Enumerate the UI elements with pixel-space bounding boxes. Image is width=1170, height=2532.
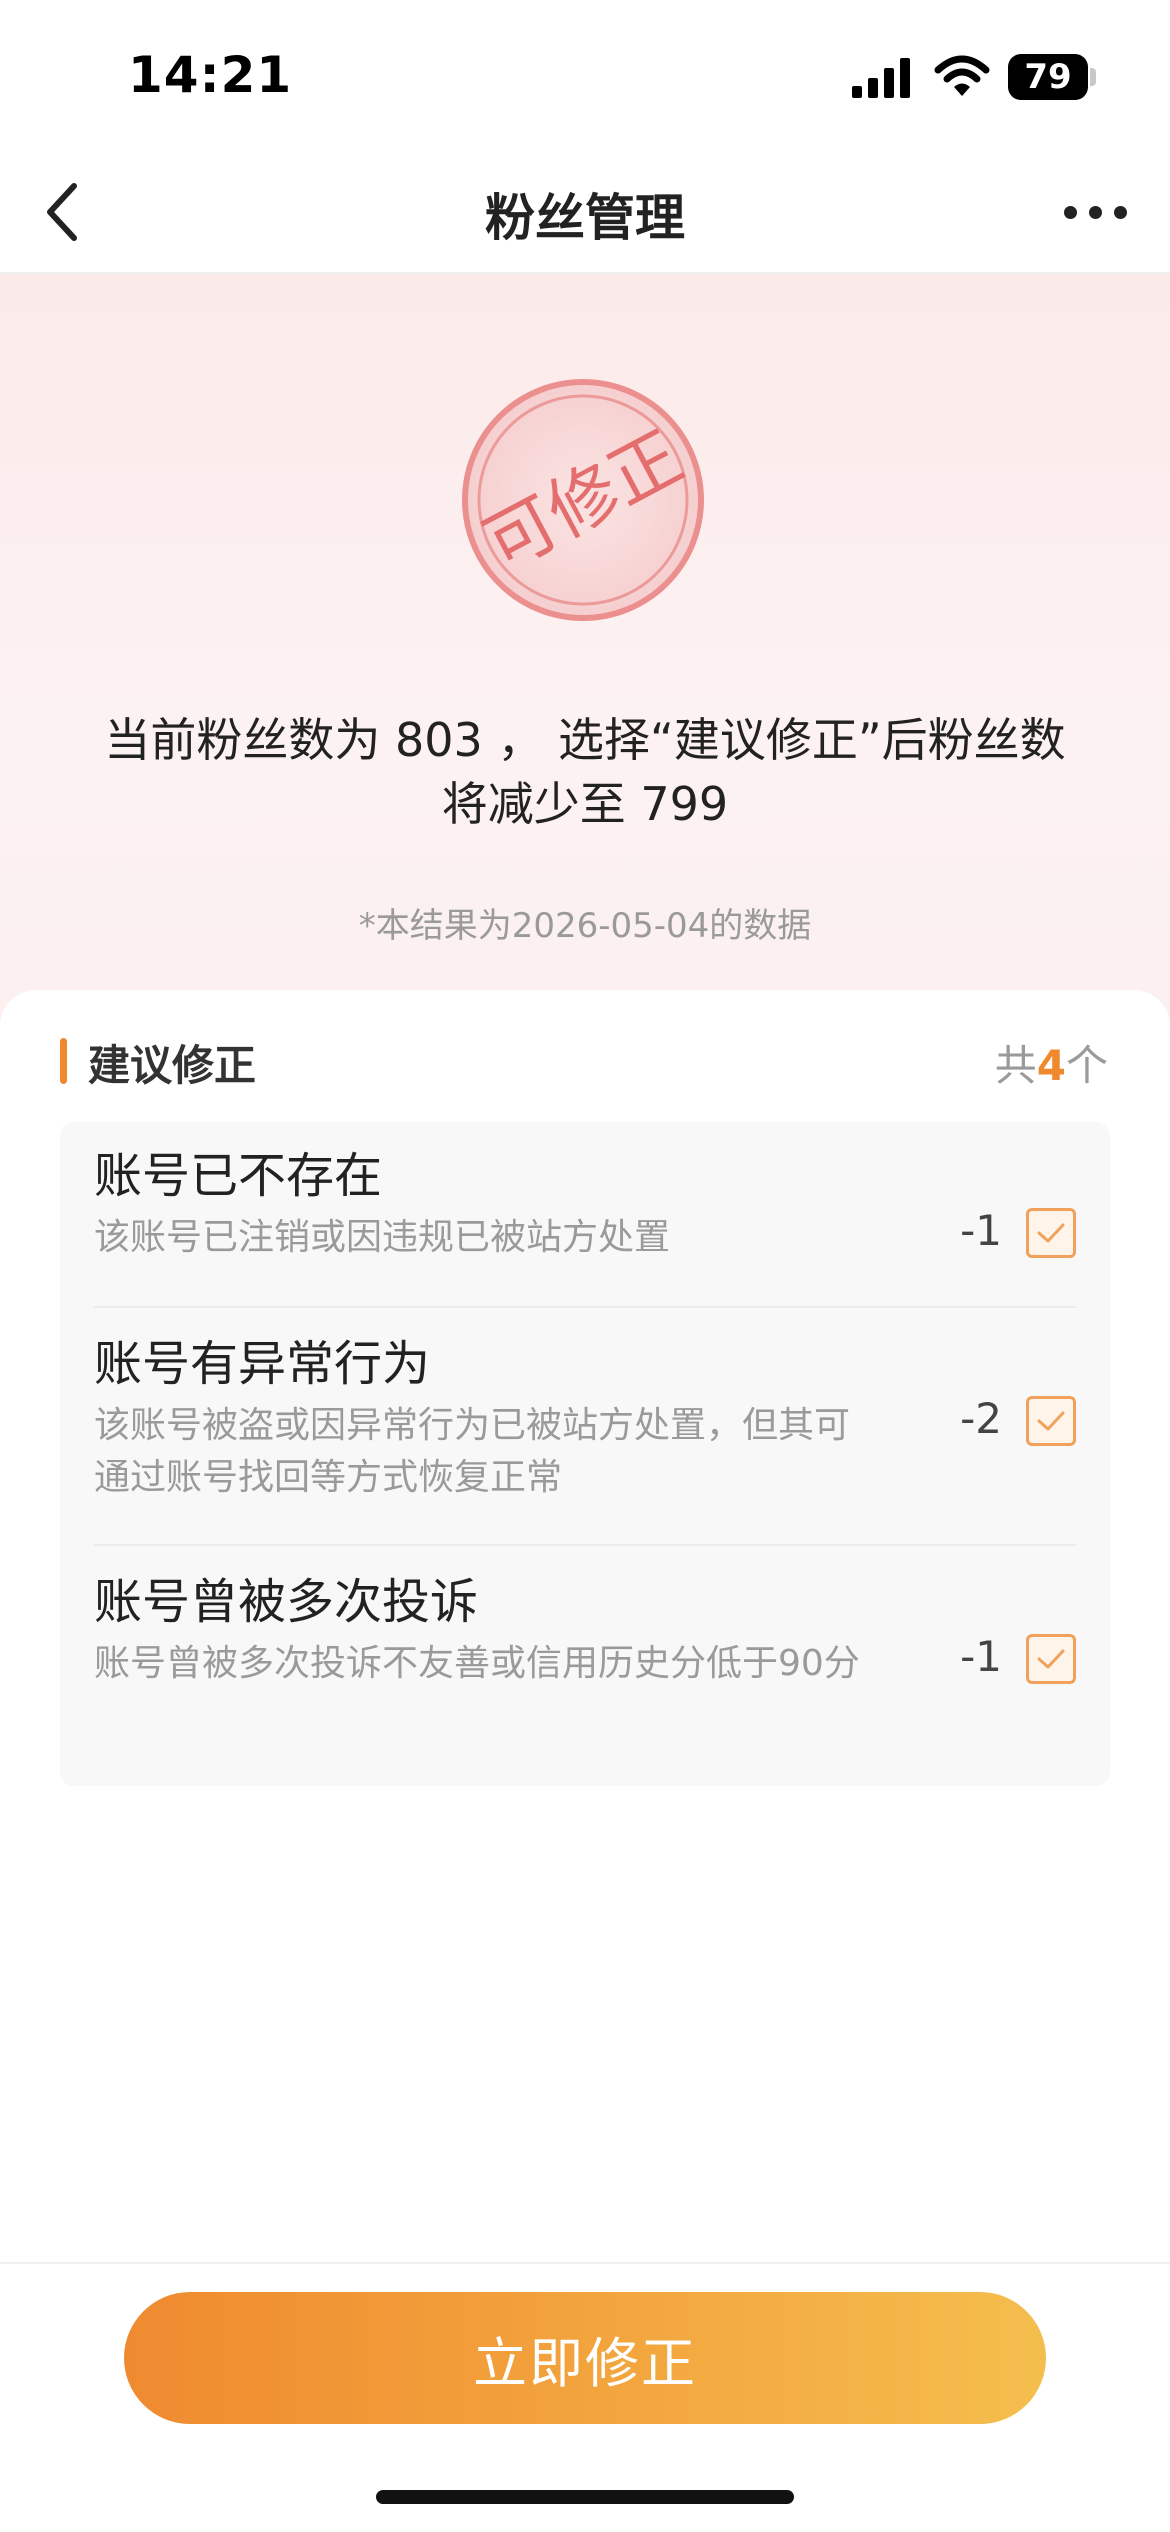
- count-prefix: 共: [994, 1041, 1037, 1090]
- count-suffix: 个: [1065, 1041, 1108, 1090]
- item-checkbox[interactable]: [1026, 1634, 1076, 1684]
- item-value: -1: [960, 1206, 1002, 1255]
- battery-cap: [1090, 68, 1096, 86]
- count-value: 4: [1036, 1041, 1066, 1090]
- page-title: 粉丝管理: [485, 189, 685, 247]
- item-description: 账号曾被多次投诉不友善或信用历史分低于90分: [94, 1643, 860, 1684]
- item-value: -1: [960, 1632, 1002, 1681]
- item-value: -2: [960, 1394, 1002, 1443]
- more-options-button[interactable]: [1050, 172, 1140, 252]
- navigation-bar: 粉丝管理: [0, 150, 1170, 274]
- suggestion-list: 账号已不存在 该账号已注销或因违规已被站方处置 -1 账号有异常行为 该账号被盗…: [60, 1122, 1110, 1786]
- status-bar: 14:21 79: [0, 0, 1170, 150]
- item-checkbox[interactable]: [1026, 1208, 1076, 1258]
- fan-management-screen: 14:21 79 粉丝管理 可修正 当前粉丝数为 803 ， 选择“建议修正”后…: [0, 0, 1170, 2532]
- section-count: 共4个: [995, 1032, 1108, 1093]
- home-indicator: [376, 2490, 794, 2504]
- cellular-signal-icon: [852, 58, 910, 98]
- summary-text: 当前粉丝数为 803 ， 选择“建议修正”后粉丝数 将减少至 799: [60, 708, 1110, 836]
- list-item[interactable]: 账号已不存在 该账号已注销或因违规已被站方处置 -1: [94, 1146, 1076, 1316]
- item-title: 账号已不存在: [94, 1148, 383, 1204]
- summary-line-1: 当前粉丝数为 803 ， 选择“建议修正”后粉丝数: [104, 713, 1066, 767]
- status-time: 14:21: [128, 46, 293, 104]
- checkmark-icon: [1037, 1223, 1065, 1243]
- checkmark-icon: [1037, 1411, 1065, 1431]
- more-dot-icon: [1063, 205, 1077, 219]
- section-accent-bar: [60, 1038, 67, 1084]
- item-checkbox[interactable]: [1026, 1396, 1076, 1446]
- checkmark-icon: [1037, 1649, 1065, 1669]
- list-divider: [94, 1544, 1076, 1546]
- battery-icon: 79: [1008, 54, 1088, 100]
- list-item[interactable]: 账号有异常行为 该账号被盗或因异常行为已被站方处置，但其可通过账号找回等方式恢复…: [94, 1334, 1076, 1554]
- more-dot-icon: [1088, 205, 1102, 219]
- summary-line-2: 将减少至 799: [441, 777, 729, 831]
- fix-now-button[interactable]: 立即修正: [124, 2292, 1046, 2424]
- bottom-divider: [0, 2262, 1170, 2264]
- item-description: 该账号已注销或因违规已被站方处置: [94, 1217, 671, 1258]
- list-divider: [94, 1306, 1076, 1308]
- item-title: 账号曾被多次投诉: [94, 1574, 479, 1630]
- item-description: 该账号被盗或因异常行为已被站方处置，但其可通过账号找回等方式恢复正常: [94, 1405, 851, 1498]
- data-date-note: *本结果为2026-05-04的数据: [358, 906, 812, 946]
- battery-level: 79: [1024, 57, 1072, 97]
- correctable-stamp-icon: 可修正: [462, 379, 704, 621]
- summary-header: 可修正 当前粉丝数为 803 ， 选择“建议修正”后粉丝数 将减少至 799 *…: [0, 274, 1170, 1034]
- item-title: 账号有异常行为: [94, 1336, 431, 1392]
- wifi-icon: [934, 55, 990, 96]
- list-item[interactable]: 账号曾被多次投诉 账号曾被多次投诉不友善或信用历史分低于90分 -1: [94, 1572, 1076, 1772]
- more-dot-icon: [1113, 205, 1127, 219]
- section-title: 建议修正: [88, 1041, 257, 1090]
- suggestion-section: 建议修正 共4个 账号已不存在 该账号已注销或因违规已被站方处置 -1 账号有异…: [0, 990, 1170, 2270]
